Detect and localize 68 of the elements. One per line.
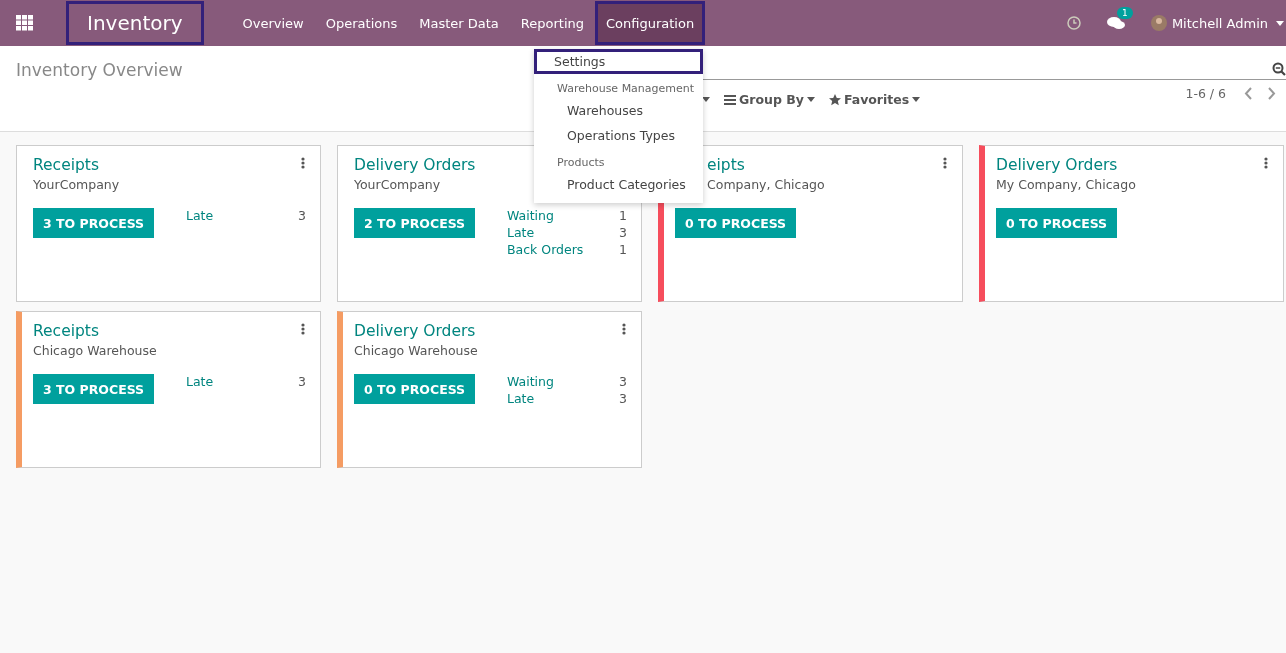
stat-count: 3 — [298, 374, 306, 389]
card-title[interactable]: Receipts — [33, 156, 99, 174]
dropdown-item[interactable]: Settings — [534, 49, 703, 74]
caret-icon — [1276, 20, 1284, 26]
filter-dropdown[interactable]: Group By — [724, 92, 815, 107]
stat-link[interactable]: Late — [186, 374, 214, 389]
apps-menu-icon[interactable] — [16, 15, 34, 31]
menu-item[interactable]: Configuration — [595, 1, 706, 45]
stat-link[interactable]: Back Orders — [507, 242, 584, 257]
pager-value: 1-6 / 6 — [1185, 86, 1226, 101]
more-options-icon[interactable] — [943, 157, 947, 169]
more-options-icon[interactable] — [301, 323, 305, 335]
clock-icon[interactable] — [1066, 16, 1081, 30]
menu-section-heading: Warehouse Management — [556, 81, 696, 97]
card-title[interactable]: Receipts — [33, 322, 99, 340]
to-process-button[interactable]: 0 TO PROCESS — [354, 374, 476, 404]
stat-link[interactable]: Waiting — [507, 208, 554, 223]
next-icon[interactable] — [1267, 87, 1276, 100]
card-title[interactable]: Delivery Orders — [354, 156, 476, 174]
menu-item[interactable]: Overview — [231, 1, 315, 45]
card-subtitle: YourCompany — [354, 177, 441, 192]
stat-count: 3 — [619, 374, 627, 389]
menu-item[interactable]: Master Data — [408, 1, 510, 45]
filter-dropdown[interactable]: Favorites — [828, 92, 921, 107]
to-process-button[interactable]: 0 TO PROCESS — [675, 208, 797, 238]
chat-icon[interactable] — [1106, 16, 1125, 30]
stat-link[interactable]: Late — [186, 208, 214, 223]
previous-icon[interactable] — [1244, 87, 1253, 100]
stat-count: 1 — [619, 242, 627, 257]
stat-count: 1 — [619, 208, 627, 223]
stat-count: 3 — [619, 225, 627, 240]
list-icon — [724, 94, 736, 105]
star-icon — [828, 93, 841, 106]
user-menu[interactable]: Mitchell Admin — [1150, 15, 1268, 31]
card-subtitle: My Company, Chicago — [996, 177, 1136, 192]
search-icon[interactable] — [1272, 61, 1286, 76]
card-title[interactable]: Delivery Orders — [354, 322, 476, 340]
dropdown-item[interactable]: Product Categories — [534, 172, 703, 197]
menu-item[interactable]: Operations — [314, 1, 409, 45]
menu-item[interactable]: Reporting — [509, 1, 595, 45]
card-subtitle: Chicago Warehouse — [354, 343, 478, 358]
card-subtitle: YourCompany — [33, 177, 120, 192]
page-title: Inventory Overview — [16, 60, 183, 80]
dropdown-item[interactable]: Operations Types — [534, 123, 703, 148]
stat-link[interactable]: Waiting — [507, 374, 554, 389]
to-process-button[interactable]: 3 TO PROCESS — [33, 208, 155, 238]
caret-icon — [702, 97, 710, 102]
stat-count: 3 — [298, 208, 306, 223]
menu-section-heading: Products — [556, 155, 606, 171]
more-options-icon[interactable] — [1264, 157, 1268, 169]
more-options-icon[interactable] — [301, 157, 305, 169]
card-subtitle: Company, Chicago — [707, 177, 825, 192]
stat-count: 3 — [619, 391, 627, 406]
card-subtitle: Chicago Warehouse — [33, 343, 157, 358]
caret-icon — [912, 97, 921, 102]
card-title[interactable]: Delivery Orders — [996, 156, 1118, 174]
stat-link[interactable]: Late — [507, 225, 535, 240]
to-process-button[interactable]: 0 TO PROCESS — [996, 208, 1118, 238]
avatar-icon — [1150, 15, 1167, 31]
stat-link[interactable]: Late — [507, 391, 535, 406]
dropdown-item[interactable]: Warehouses — [534, 98, 703, 123]
app-name[interactable]: Inventory — [66, 1, 204, 45]
caret-icon — [806, 97, 815, 102]
more-options-icon[interactable] — [622, 323, 626, 335]
message-count-badge: 1 — [1116, 7, 1133, 19]
card-title[interactable]: eipts — [707, 156, 745, 174]
to-process-button[interactable]: 2 TO PROCESS — [354, 208, 476, 238]
to-process-button[interactable]: 3 TO PROCESS — [33, 374, 155, 404]
